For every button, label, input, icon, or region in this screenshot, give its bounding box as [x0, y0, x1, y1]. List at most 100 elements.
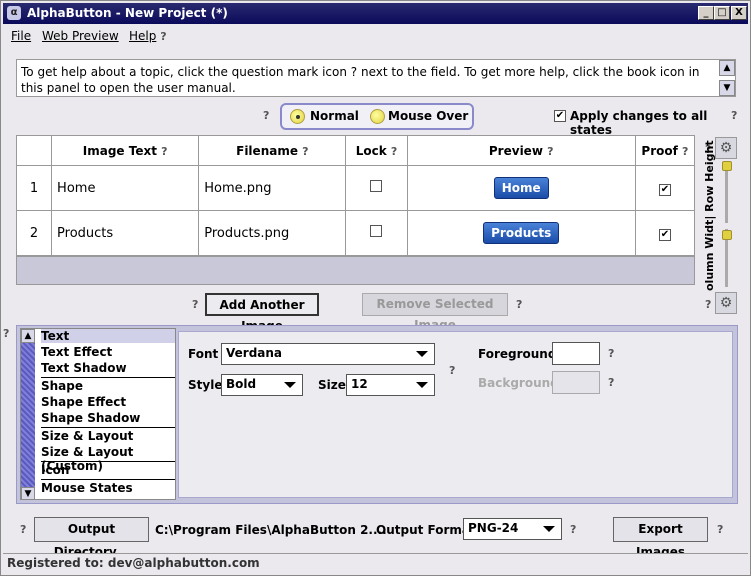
header-filename-label: Filename [236, 143, 298, 158]
category-item[interactable]: Text Effect [41, 345, 175, 359]
list-scroll-up-icon[interactable]: ▲ [21, 329, 35, 343]
help-question-icon[interactable]: ? [160, 30, 166, 43]
preview-button-image: Products [483, 222, 560, 244]
scroll-down-icon[interactable]: ▼ [719, 80, 735, 96]
apply-all-checkbox[interactable]: ✔ [554, 110, 566, 122]
maximize-button[interactable]: □ [714, 6, 730, 20]
category-item[interactable]: Shape Shadow [41, 411, 175, 425]
category-item[interactable]: Shape Effect [41, 395, 175, 409]
title-bar: α AlphaButton - New Project (*) _ □ X [3, 3, 748, 24]
proof-checkbox[interactable]: ✔ [658, 228, 671, 241]
category-list: ▲ ▼ Text Text Effect Text Shadow Shape S… [20, 328, 176, 500]
header-proof[interactable]: Proof ? [634, 135, 696, 166]
size-select[interactable]: 12 [346, 374, 435, 396]
list-divider [41, 479, 175, 480]
apply-all-label: Apply changes to all states [570, 109, 708, 137]
output-directory-button[interactable]: Output Directory... [34, 517, 149, 559]
cell-lock [345, 210, 408, 256]
chevron-down-icon [416, 351, 428, 357]
panel-help-icon[interactable]: ? [3, 327, 9, 340]
radio-mouse-over-label: Mouse Over [388, 109, 469, 123]
output-format-select[interactable]: PNG-24 [463, 518, 562, 540]
header-preview[interactable]: Preview ? [406, 135, 636, 166]
list-scrollbar[interactable] [21, 343, 35, 489]
size-select-value: 12 [351, 377, 368, 391]
cell-image-text[interactable]: Products [51, 210, 200, 256]
font-select[interactable]: Verdana [221, 343, 435, 365]
header-help-icon[interactable]: ? [302, 145, 308, 158]
help-text: To get help about a topic, click the que… [21, 65, 700, 95]
category-item[interactable]: Shape [41, 379, 175, 393]
header-help-icon[interactable]: ? [682, 145, 688, 158]
close-button[interactable]: X [731, 6, 747, 20]
row-number: 1 [15, 165, 53, 211]
header-lock-label: Lock [355, 143, 387, 158]
radio-normal[interactable] [290, 109, 305, 124]
proof-checkbox[interactable]: ✔ [658, 183, 671, 196]
add-image-help-icon[interactable]: ? [192, 298, 198, 311]
cell-lock [345, 165, 408, 211]
minimize-button[interactable]: _ [698, 6, 714, 20]
help-panel: To get help about a topic, click the que… [16, 59, 736, 97]
status-bar: Registered to: dev@alphabutton.com [3, 553, 748, 573]
header-filename[interactable]: Filename ? [198, 135, 347, 166]
header-help-icon[interactable]: ? [547, 145, 553, 158]
lock-checkbox[interactable] [370, 180, 383, 192]
gear-help-icon[interactable]: ? [705, 298, 711, 311]
font-help-icon[interactable]: ? [449, 364, 455, 377]
menu-web-preview-label: Web Preview [42, 29, 119, 43]
states-help-icon[interactable]: ? [263, 109, 269, 122]
menu-help[interactable]: Help ? [129, 29, 167, 43]
row-height-slider[interactable] [722, 161, 732, 171]
style-select-value: Bold [226, 377, 257, 391]
category-item[interactable]: Mouse States [41, 481, 175, 495]
style-select[interactable]: Bold [221, 374, 303, 396]
size-label: Size [318, 378, 346, 392]
gear-icon[interactable]: ⚙ [715, 292, 737, 314]
category-item[interactable]: Text Shadow [41, 361, 175, 375]
cell-preview: Products [406, 210, 636, 256]
category-item[interactable]: Icon [41, 463, 175, 477]
foreground-label: Foreground [478, 347, 557, 361]
menu-web-preview[interactable]: Web Preview [42, 29, 119, 43]
add-image-button[interactable]: Add Another Image [205, 293, 319, 333]
column-width-slider[interactable] [722, 230, 732, 240]
header-help-icon[interactable]: ? [391, 145, 397, 158]
foreground-color-box[interactable] [552, 342, 600, 365]
menu-bar: File Web Preview Help ? [3, 26, 748, 48]
cell-filename[interactable]: Home.png [198, 165, 347, 211]
cell-proof: ✔ [634, 165, 696, 211]
header-proof-label: Proof [641, 143, 678, 158]
header-image-text[interactable]: Image Text ? [51, 135, 200, 166]
remove-image-help-icon[interactable]: ? [516, 298, 522, 311]
table-row[interactable]: 2 Products Products.png Products ✔ [15, 210, 696, 256]
window-title: AlphaButton - New Project (*) [27, 6, 228, 20]
background-color-box [552, 371, 600, 394]
table-row[interactable]: 1 Home Home.png Home ✔ [15, 165, 696, 211]
header-preview-label: Preview [488, 143, 543, 158]
category-item[interactable]: Size & Layout [41, 429, 175, 443]
scroll-up-icon[interactable]: ▲ [719, 60, 735, 76]
export-help-icon[interactable]: ? [717, 523, 723, 536]
remove-image-button: Remove Selected Image [362, 293, 508, 332]
cell-filename[interactable]: Products.png [198, 210, 347, 256]
list-scroll-down-icon[interactable]: ▼ [21, 487, 35, 499]
header-lock[interactable]: Lock ? [345, 135, 408, 166]
font-select-value: Verdana [226, 346, 283, 360]
gear-icon[interactable]: ⚙ [715, 137, 737, 159]
lock-checkbox[interactable] [370, 225, 383, 237]
output-help-icon[interactable]: ? [20, 523, 26, 536]
category-item[interactable]: Text [41, 329, 175, 343]
status-text: Registered to: dev@alphabutton.com [7, 556, 260, 570]
apply-all-help-icon[interactable]: ? [731, 109, 737, 122]
state-radio-group: Normal Mouse Over [280, 103, 474, 130]
format-help-icon[interactable]: ? [570, 523, 576, 536]
radio-mouse-over[interactable] [370, 109, 385, 124]
menu-file[interactable]: File [11, 29, 31, 43]
export-images-button[interactable]: Export Images [613, 517, 708, 559]
row-height-slider-track [725, 163, 728, 223]
header-help-icon[interactable]: ? [161, 145, 167, 158]
foreground-help-icon[interactable]: ? [608, 347, 614, 360]
cell-image-text[interactable]: Home [51, 165, 200, 211]
background-help-icon[interactable]: ? [608, 376, 614, 389]
